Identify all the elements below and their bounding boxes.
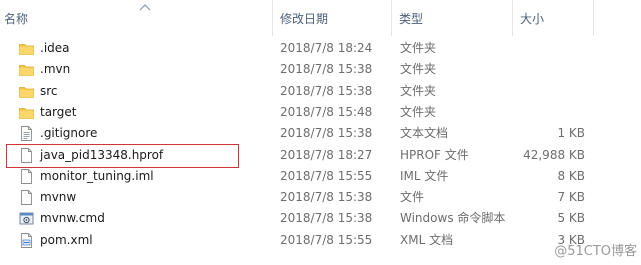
file-type: 文件 <box>400 190 425 205</box>
file-row[interactable]: mvnw.cmd 2018/7/8 15:38 Windows 命令脚本 5 KB <box>0 208 641 229</box>
blank-file-icon <box>18 168 35 185</box>
column-divider[interactable] <box>391 0 392 36</box>
file-type: HPROF 文件 <box>400 147 469 162</box>
file-size: 42,988 KB <box>523 147 585 162</box>
file-size: 5 KB <box>557 211 585 226</box>
file-row[interactable]: monitor_tuning.iml 2018/7/8 15:55 IML 文件 8 … <box>0 166 641 187</box>
file-name: monitor_tuning.iml <box>40 168 154 183</box>
highlight-box <box>6 144 239 168</box>
file-date: 2018/7/8 15:38 <box>280 83 373 98</box>
file-date: 2018/7/8 15:38 <box>280 126 373 141</box>
file-size: 7 KB <box>557 190 585 205</box>
file-name: src <box>40 83 58 98</box>
file-type: 文件夹 <box>400 83 437 98</box>
file-date: 2018/7/8 15:38 <box>280 190 373 205</box>
column-header: 名称 修改日期 类型 大小 <box>0 0 641 36</box>
file-type: XML 文档 <box>400 232 454 247</box>
folder-icon <box>18 83 35 100</box>
blank-file-icon <box>18 189 35 206</box>
cmd-script-icon <box>18 210 35 227</box>
folder-icon <box>18 40 35 57</box>
file-date: 2018/7/8 18:27 <box>280 147 373 162</box>
watermark: @51CTO博客 <box>554 244 637 259</box>
file-row[interactable]: target 2018/7/8 15:48 文件夹 <box>0 102 641 123</box>
sort-ascending-icon <box>139 4 151 11</box>
file-name: .idea <box>40 41 70 55</box>
file-row[interactable]: mvnw 2018/7/8 15:38 文件 7 KB <box>0 187 641 208</box>
file-name: .gitignore <box>40 126 98 141</box>
file-row[interactable]: .idea 2018/7/8 18:24 文件夹 <box>0 38 641 59</box>
file-name: pom.xml <box>40 232 93 247</box>
column-divider[interactable] <box>593 0 594 36</box>
file-name: mvnw <box>40 190 77 205</box>
folder-icon <box>18 61 35 78</box>
column-divider[interactable] <box>272 0 273 36</box>
xml-file-icon <box>18 232 35 249</box>
file-row[interactable]: .gitignore 2018/7/8 15:38 文本文档 1 KB <box>0 123 641 144</box>
text-file-icon <box>18 125 35 142</box>
file-type: 文本文档 <box>400 126 449 141</box>
file-name: .mvn <box>40 62 71 77</box>
file-date: 2018/7/8 15:55 <box>280 232 373 247</box>
file-date: 2018/7/8 18:24 <box>280 41 373 55</box>
file-row[interactable]: pom.xml 2018/7/8 15:55 XML 文档 3 KB <box>0 230 641 251</box>
file-date: 2018/7/8 15:38 <box>280 62 373 77</box>
file-size: 8 KB <box>557 168 585 183</box>
file-name: target <box>40 104 77 119</box>
file-type: 文件夹 <box>400 41 437 55</box>
column-header-name[interactable]: 名称 <box>0 0 272 36</box>
file-name: mvnw.cmd <box>40 211 105 226</box>
column-header-size[interactable]: 大小 <box>516 0 593 36</box>
file-type: Windows 命令脚本 <box>400 211 506 226</box>
column-divider[interactable] <box>512 0 513 36</box>
folder-icon <box>18 104 35 121</box>
file-size: 1 KB <box>557 126 585 141</box>
file-date: 2018/7/8 15:48 <box>280 104 373 119</box>
file-type: 文件夹 <box>400 104 437 119</box>
file-row[interactable]: .mvn 2018/7/8 15:38 文件夹 <box>0 59 641 80</box>
column-header-type[interactable]: 类型 <box>395 0 512 36</box>
file-date: 2018/7/8 15:38 <box>280 211 373 226</box>
file-type: 文件夹 <box>400 62 437 77</box>
file-date: 2018/7/8 15:55 <box>280 168 373 183</box>
column-header-date[interactable]: 修改日期 <box>276 0 391 36</box>
file-type: IML 文件 <box>400 168 449 183</box>
file-row[interactable]: src 2018/7/8 15:38 文件夹 <box>0 81 641 102</box>
